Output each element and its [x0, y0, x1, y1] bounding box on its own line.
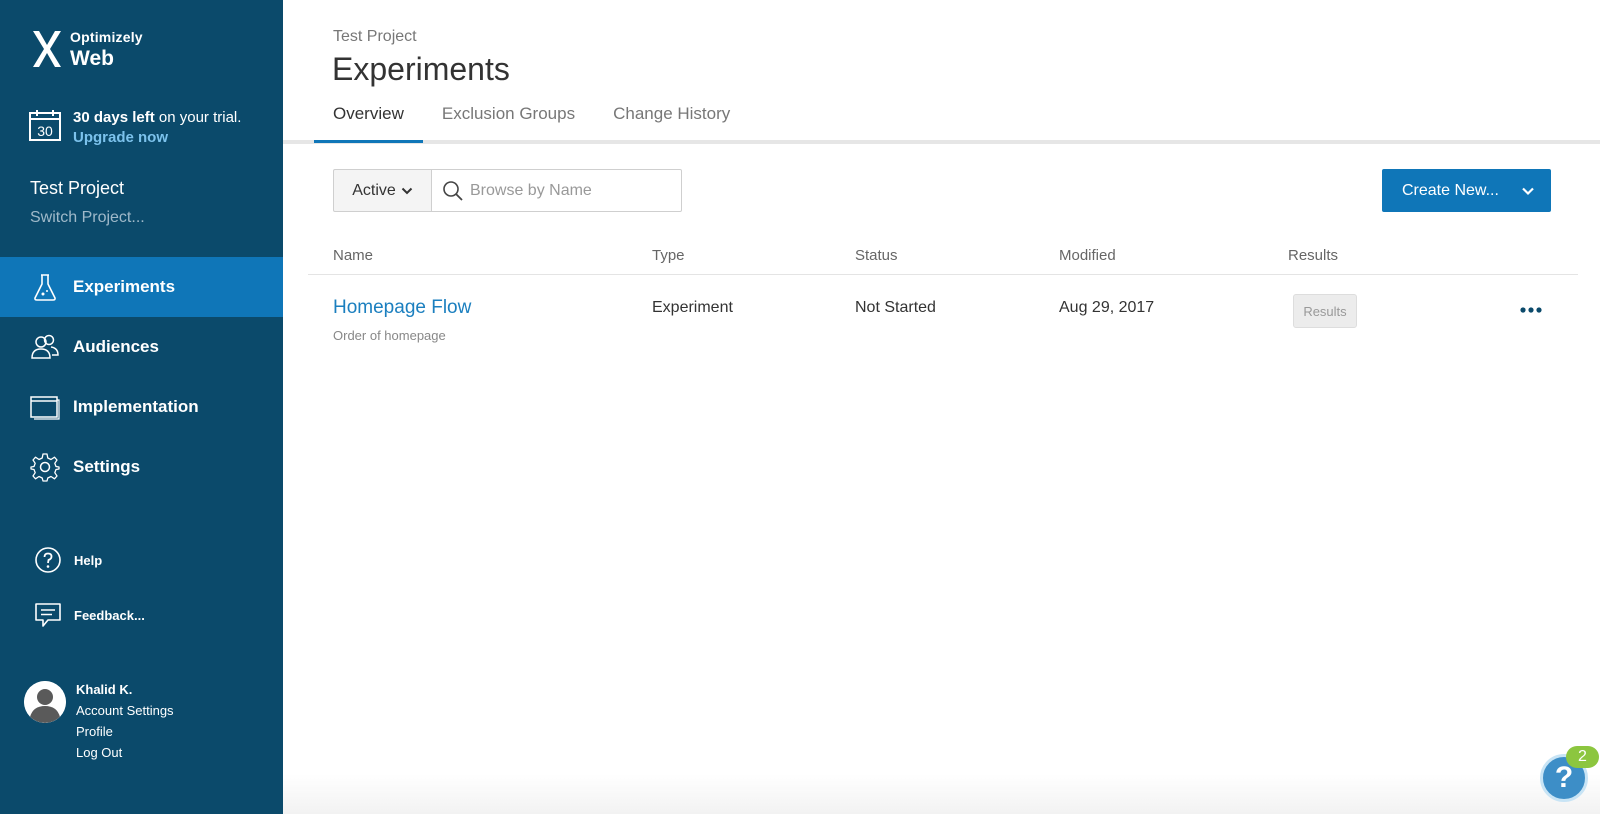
tab-exclusion-groups[interactable]: Exclusion Groups: [423, 96, 594, 143]
create-new-label: Create New...: [1402, 181, 1499, 199]
main-content: Test Project Experiments Overview Exclus…: [283, 0, 1600, 814]
trial-text: on your trial.: [154, 109, 242, 126]
search-input[interactable]: [470, 181, 670, 200]
column-header-name[interactable]: Name: [333, 247, 373, 264]
chevron-down-icon: [1522, 187, 1534, 196]
trial-days-left: 30 days left: [73, 109, 155, 126]
experiment-status: Not Started: [855, 299, 936, 316]
sidebar-item-settings[interactable]: Settings: [0, 437, 283, 497]
column-header-type[interactable]: Type: [652, 247, 685, 264]
feedback-link[interactable]: Feedback...: [0, 601, 283, 629]
help-link[interactable]: Help: [0, 546, 283, 574]
sidebar-item-label: Implementation: [73, 397, 199, 416]
status-filter-value: Active: [352, 181, 396, 199]
brand-product: Web: [70, 46, 114, 70]
window-icon: [30, 396, 60, 420]
sidebar-item-label: Experiments: [73, 277, 176, 296]
help-label: Help: [74, 552, 103, 568]
filter-bar: Active: [333, 169, 682, 212]
people-icon: [31, 334, 59, 359]
calendar-icon: 30: [29, 110, 61, 141]
table-header: Name Type Status Modified Results: [308, 240, 1578, 275]
experiment-name-link[interactable]: Homepage Flow: [333, 297, 471, 319]
table-row: Homepage Flow Order of homepage Experime…: [308, 276, 1578, 346]
create-new-button[interactable]: Create New...: [1382, 169, 1551, 212]
sidebar-item-label: Audiences: [73, 337, 159, 356]
column-header-results: Results: [1288, 247, 1339, 264]
user-menu: Khalid K. Account Settings Profile Log O…: [24, 681, 174, 763]
switch-project-link[interactable]: Switch Project...: [30, 209, 145, 227]
logout-link[interactable]: Log Out: [76, 742, 174, 763]
page-title: Experiments: [332, 51, 510, 87]
profile-link[interactable]: Profile: [76, 721, 174, 742]
upgrade-link[interactable]: Upgrade now: [73, 128, 241, 148]
current-project-name: Test Project: [30, 178, 125, 198]
avatar[interactable]: [24, 681, 66, 723]
feedback-icon: [35, 603, 61, 627]
sidebar-nav: Experiments Audiences Implementation Set…: [0, 257, 283, 497]
tab-overview[interactable]: Overview: [314, 96, 423, 143]
user-avatar-icon: [24, 681, 66, 723]
optimizely-x-icon: [33, 31, 61, 67]
page-bottom-fade: [283, 774, 1600, 814]
sidebar-item-audiences[interactable]: Audiences: [0, 317, 283, 377]
column-header-status[interactable]: Status: [855, 247, 898, 264]
more-options-icon[interactable]: [1516, 298, 1546, 322]
trial-notice: 30 30 days left on your trial. Upgrade n…: [28, 108, 241, 148]
tab-change-history[interactable]: Change History: [594, 96, 749, 143]
breadcrumb: Test Project: [333, 28, 417, 45]
column-header-modified[interactable]: Modified: [1059, 247, 1116, 264]
experiment-modified: Aug 29, 2017: [1059, 299, 1155, 316]
tab-bar: Overview Exclusion Groups Change History: [314, 96, 749, 144]
help-circle-icon: [35, 547, 61, 573]
status-filter-dropdown[interactable]: Active: [333, 169, 432, 212]
experiment-description: Order of homepage: [333, 328, 446, 343]
sidebar-item-implementation[interactable]: Implementation: [0, 377, 283, 437]
account-settings-link[interactable]: Account Settings: [76, 700, 174, 721]
brand-name: Optimizely: [70, 28, 143, 45]
user-name: Khalid K.: [76, 682, 133, 697]
experiment-type: Experiment: [652, 299, 733, 316]
sidebar-item-label: Settings: [73, 457, 141, 476]
flask-icon: [34, 274, 56, 301]
search-box: [432, 169, 682, 212]
feedback-label: Feedback...: [74, 607, 145, 623]
chevron-down-icon: [401, 187, 412, 194]
notification-badge: 2: [1566, 746, 1599, 768]
results-button[interactable]: Results: [1293, 294, 1357, 328]
search-icon: [443, 180, 463, 201]
sidebar-item-experiments[interactable]: Experiments: [0, 257, 283, 317]
sidebar: Optimizely Web 30 30 days left on your t…: [0, 0, 283, 814]
calendar-day: 30: [37, 123, 53, 139]
brand-logo[interactable]: Optimizely Web: [30, 28, 143, 70]
gear-icon: [30, 453, 60, 482]
